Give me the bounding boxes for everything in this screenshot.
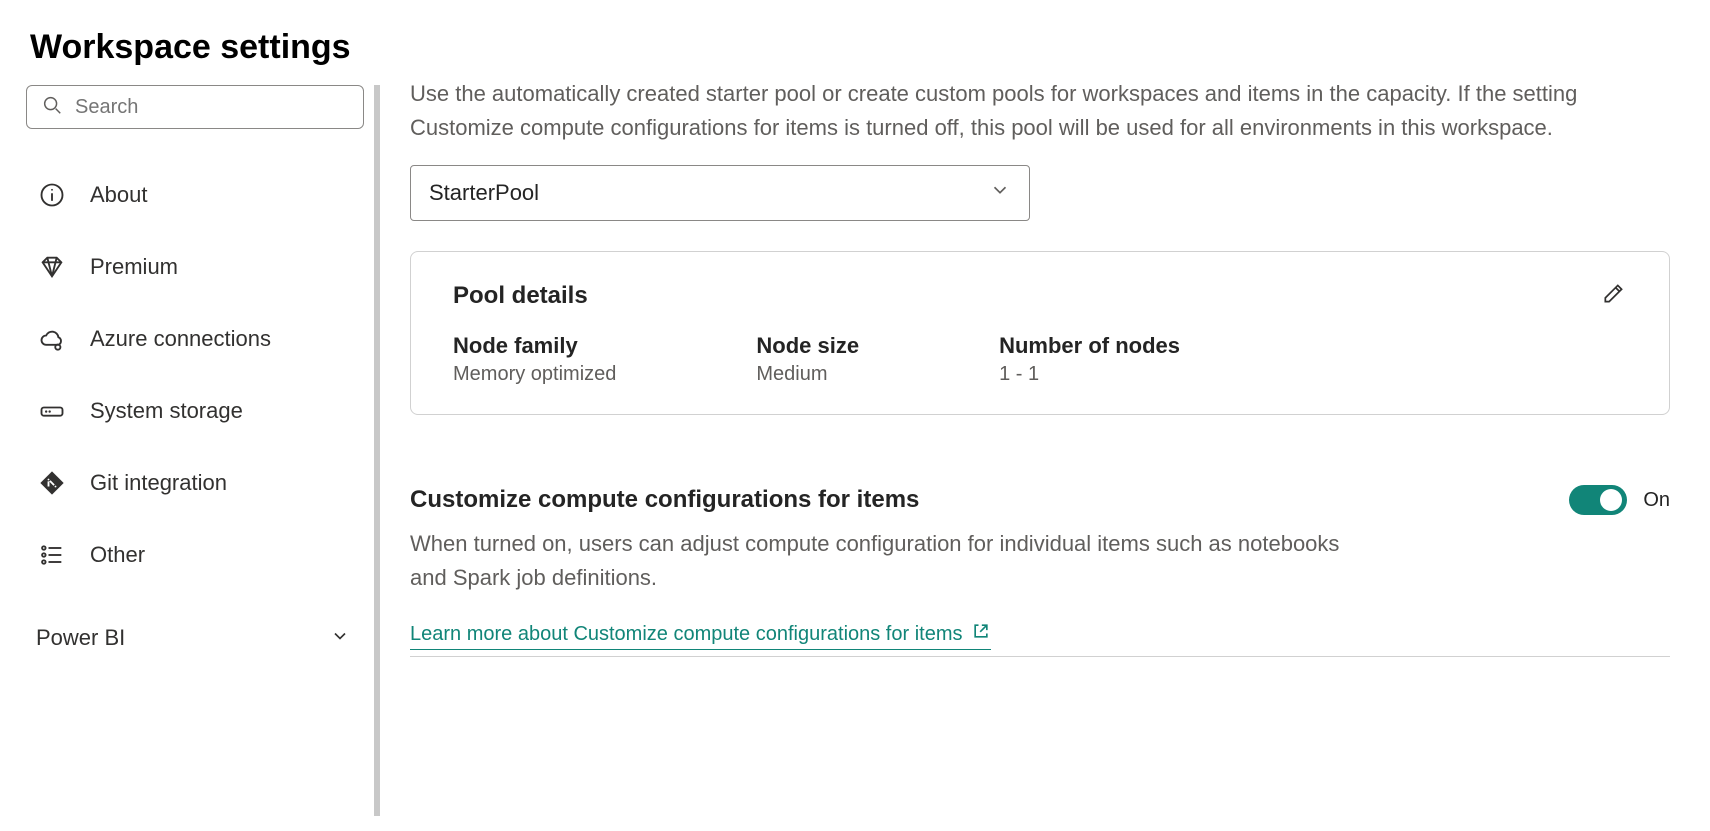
sidebar-item-label: Other bbox=[90, 542, 145, 568]
toggle-state-label: On bbox=[1643, 489, 1670, 512]
pool-prop-label: Number of nodes bbox=[999, 333, 1180, 359]
pool-select[interactable]: StarterPool bbox=[410, 165, 1030, 221]
sidebar-item-azure-connections[interactable]: Azure connections bbox=[26, 303, 370, 375]
pool-prop-value: Memory optimized bbox=[453, 363, 616, 386]
git-icon bbox=[36, 467, 68, 499]
learn-more-text: Learn more about Customize compute confi… bbox=[410, 623, 963, 646]
pool-prop-number-of-nodes: Number of nodes 1 - 1 bbox=[999, 333, 1180, 386]
chevron-down-icon bbox=[330, 626, 350, 651]
customize-section-title: Customize compute configurations for ite… bbox=[410, 486, 919, 514]
sidebar-item-label: About bbox=[90, 182, 148, 208]
list-icon bbox=[36, 539, 68, 571]
sidebar-group-label: Power BI bbox=[36, 625, 125, 651]
external-link-icon bbox=[971, 621, 991, 647]
main-content: Use the automatically created starter po… bbox=[380, 85, 1710, 816]
sidebar-item-label: Azure connections bbox=[90, 326, 271, 352]
search-icon bbox=[41, 94, 75, 121]
pool-prop-node-family: Node family Memory optimized bbox=[453, 333, 616, 386]
sidebar-item-git-integration[interactable]: Git integration bbox=[26, 447, 370, 519]
sidebar-item-label: Premium bbox=[90, 254, 178, 280]
info-icon bbox=[36, 179, 68, 211]
learn-more-link[interactable]: Learn more about Customize compute confi… bbox=[410, 621, 991, 650]
cloud-icon bbox=[36, 323, 68, 355]
edit-button[interactable] bbox=[1601, 280, 1627, 311]
sidebar: About Premium Azure connections System s… bbox=[0, 85, 380, 816]
sidebar-item-other[interactable]: Other bbox=[26, 519, 370, 591]
chevron-down-icon bbox=[989, 179, 1011, 207]
sidebar-group-powerbi[interactable]: Power BI bbox=[26, 591, 370, 661]
page-title: Workspace settings bbox=[0, 0, 1710, 85]
sidebar-item-label: System storage bbox=[90, 398, 243, 424]
customize-toggle[interactable] bbox=[1569, 485, 1627, 515]
pool-prop-node-size: Node size Medium bbox=[756, 333, 859, 386]
pool-description: Use the automatically created starter po… bbox=[410, 85, 1670, 145]
pool-details-card: Pool details Node family Memory optimize… bbox=[410, 251, 1670, 415]
customize-section-description: When turned on, users can adjust compute… bbox=[410, 527, 1370, 595]
pool-prop-label: Node size bbox=[756, 333, 859, 359]
diamond-icon bbox=[36, 251, 68, 283]
sidebar-item-premium[interactable]: Premium bbox=[26, 231, 370, 303]
search-input[interactable] bbox=[75, 96, 349, 119]
pool-prop-value: Medium bbox=[756, 363, 859, 386]
sidebar-item-system-storage[interactable]: System storage bbox=[26, 375, 370, 447]
pool-select-value: StarterPool bbox=[429, 180, 539, 206]
pool-prop-label: Node family bbox=[453, 333, 616, 359]
sidebar-item-label: Git integration bbox=[90, 470, 227, 496]
search-box[interactable] bbox=[26, 85, 364, 129]
storage-icon bbox=[36, 395, 68, 427]
pool-prop-value: 1 - 1 bbox=[999, 363, 1180, 386]
customize-section: Customize compute configurations for ite… bbox=[410, 485, 1670, 657]
sidebar-item-about[interactable]: About bbox=[26, 159, 370, 231]
pencil-icon bbox=[1601, 293, 1627, 310]
pool-details-title: Pool details bbox=[453, 282, 588, 310]
